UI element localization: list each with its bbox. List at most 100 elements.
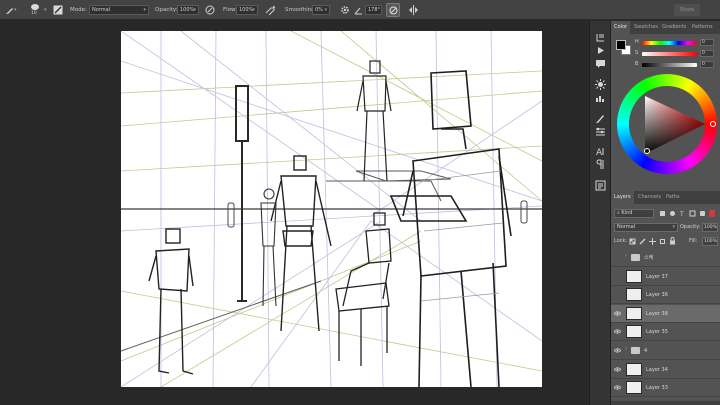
filter-adjustment-icon[interactable] [669, 210, 676, 217]
toggle-brush-panel-icon[interactable] [53, 5, 63, 15]
canvas-area[interactable] [0, 21, 589, 405]
panel-icon-strip: A [589, 21, 611, 405]
layer-thumbnail [626, 325, 642, 339]
tab-paths[interactable]: Paths [663, 191, 683, 204]
layer-row[interactable]: Layer 34 [611, 361, 720, 379]
filter-type-icon[interactable]: T [679, 210, 686, 217]
right-panels: Color Swatches Gradients Patterns H 0 S … [611, 21, 720, 405]
flow-field[interactable]: 100% ▾ [236, 5, 258, 15]
visibility-eye-icon[interactable] [614, 274, 621, 279]
chevron-right-icon[interactable]: › [625, 346, 627, 352]
saturation-slider[interactable] [642, 52, 697, 56]
light-icon[interactable] [595, 79, 606, 90]
chevron-down-icon: ▾ [672, 224, 675, 230]
chevron-right-icon[interactable]: › [625, 253, 627, 259]
lock-transparent-icon[interactable] [629, 238, 636, 245]
play-icon[interactable] [595, 45, 606, 56]
share-button[interactable]: Share [674, 4, 700, 16]
smoothing-value: 0% [315, 7, 323, 13]
tab-channels[interactable]: Channels [635, 191, 664, 204]
smoothing-field[interactable]: 0% ▾ [312, 5, 330, 15]
visibility-eye-icon[interactable] [614, 311, 621, 316]
visibility-eye-icon[interactable] [614, 348, 621, 353]
layer-row[interactable]: Layer 33 [611, 379, 720, 398]
properties-icon[interactable] [595, 180, 606, 191]
hue-value[interactable]: 0 [700, 39, 714, 46]
filter-smart-object-icon[interactable] [699, 210, 706, 217]
folder-icon [631, 254, 640, 261]
foreground-swatch[interactable] [616, 40, 626, 50]
layer-name: Layer 36 [646, 292, 668, 299]
layer-group-row[interactable]: › 스케 [611, 249, 720, 267]
lock-artboard-icon[interactable] [659, 238, 666, 245]
history-icon[interactable] [595, 32, 606, 43]
saturation-value[interactable]: 0 [700, 50, 714, 57]
hue-slider[interactable] [642, 41, 697, 45]
layer-opacity-label: Opacity: [680, 224, 701, 230]
layer-row[interactable]: Layer 38 [611, 304, 720, 323]
layer-row[interactable]: Layer 37 [611, 268, 720, 286]
lock-position-icon[interactable] [649, 238, 656, 245]
blend-mode-value: Normal [617, 224, 636, 230]
document-canvas[interactable] [120, 30, 543, 388]
visibility-eye-icon[interactable] [614, 385, 621, 390]
folder-icon [631, 347, 640, 354]
pressure-size-button[interactable] [386, 3, 400, 17]
options-bar: ▾ 10 ▾ Mode: Normal ▾ Opacity: 100% ▾ Flow… [0, 0, 720, 20]
lock-label: Lock: [614, 238, 628, 244]
brush-settings-icon[interactable] [595, 113, 606, 124]
settings-gear-icon[interactable] [340, 5, 350, 15]
layer-name: Layer 33 [646, 385, 668, 392]
paragraph-icon[interactable] [595, 159, 606, 170]
saturation-brightness-triangle[interactable] [617, 74, 717, 174]
tab-patterns[interactable]: Patterns [689, 21, 716, 34]
fill-label: Fill: [689, 238, 698, 244]
layer-opacity-field[interactable]: 100% [702, 223, 718, 232]
brightness-value[interactable]: 0 [700, 61, 714, 68]
photoshop-window: ▾ 10 ▾ Mode: Normal ▾ Opacity: 100% ▾ Flow… [0, 0, 720, 405]
mode-select[interactable]: Normal ▾ [89, 5, 149, 15]
filter-pixel-icon[interactable] [659, 210, 666, 217]
lock-all-icon[interactable] [669, 237, 676, 245]
opacity-value: 100% [180, 7, 195, 13]
blend-mode-select[interactable]: Normal ▾ [614, 223, 678, 232]
opacity-field[interactable]: 100% ▾ [177, 5, 199, 15]
visibility-eye-icon[interactable] [614, 329, 621, 334]
layer-filter-select[interactable]: ⌕ Kind [614, 209, 654, 218]
color-panel-tabs: Color Swatches Gradients Patterns [611, 21, 720, 34]
color-wheel[interactable] [617, 74, 717, 174]
visibility-eye-icon[interactable] [614, 366, 621, 372]
layer-row[interactable]: Layer 35 [611, 323, 720, 342]
symmetry-icon[interactable] [408, 5, 419, 15]
tab-swatches[interactable]: Swatches [631, 21, 661, 34]
tab-gradients[interactable]: Gradients [659, 21, 689, 34]
tool-presets-icon[interactable] [595, 126, 606, 137]
pressure-opacity-icon[interactable] [205, 5, 215, 15]
brush-preset-picker[interactable]: 10 [27, 2, 43, 18]
flow-value: 100% [239, 7, 254, 13]
comment-icon[interactable] [595, 58, 606, 69]
layer-row[interactable]: Layer 36 [611, 286, 720, 305]
filter-shape-icon[interactable] [689, 210, 696, 217]
slider-label-b: B [635, 61, 639, 67]
brightness-slider[interactable] [642, 63, 697, 67]
angle-field[interactable]: 178° [365, 5, 382, 15]
flow-label: Flow: [223, 7, 238, 13]
visibility-eye-icon[interactable] [614, 292, 621, 297]
layer-name: 4 [644, 348, 648, 354]
lock-pixels-icon[interactable] [639, 238, 646, 245]
layer-name: 스케 [644, 255, 654, 261]
mode-value: Normal [92, 7, 111, 13]
tab-color[interactable]: Color [611, 21, 631, 34]
airbrush-icon[interactable] [265, 5, 276, 15]
brush-picker-arrow[interactable]: ▾ [44, 0, 47, 20]
filter-toggle[interactable] [709, 210, 715, 217]
tool-preset-arrow[interactable]: ▾ [14, 0, 17, 20]
fill-field[interactable]: 100% [702, 237, 718, 246]
tab-layers[interactable]: Layers [611, 191, 634, 204]
layer-thumbnail [626, 269, 642, 283]
layer-group-row[interactable]: › 4 [611, 342, 720, 360]
adjust-icon[interactable] [595, 93, 606, 104]
visibility-eye-icon[interactable] [614, 255, 621, 260]
character-icon[interactable]: A [595, 146, 606, 157]
